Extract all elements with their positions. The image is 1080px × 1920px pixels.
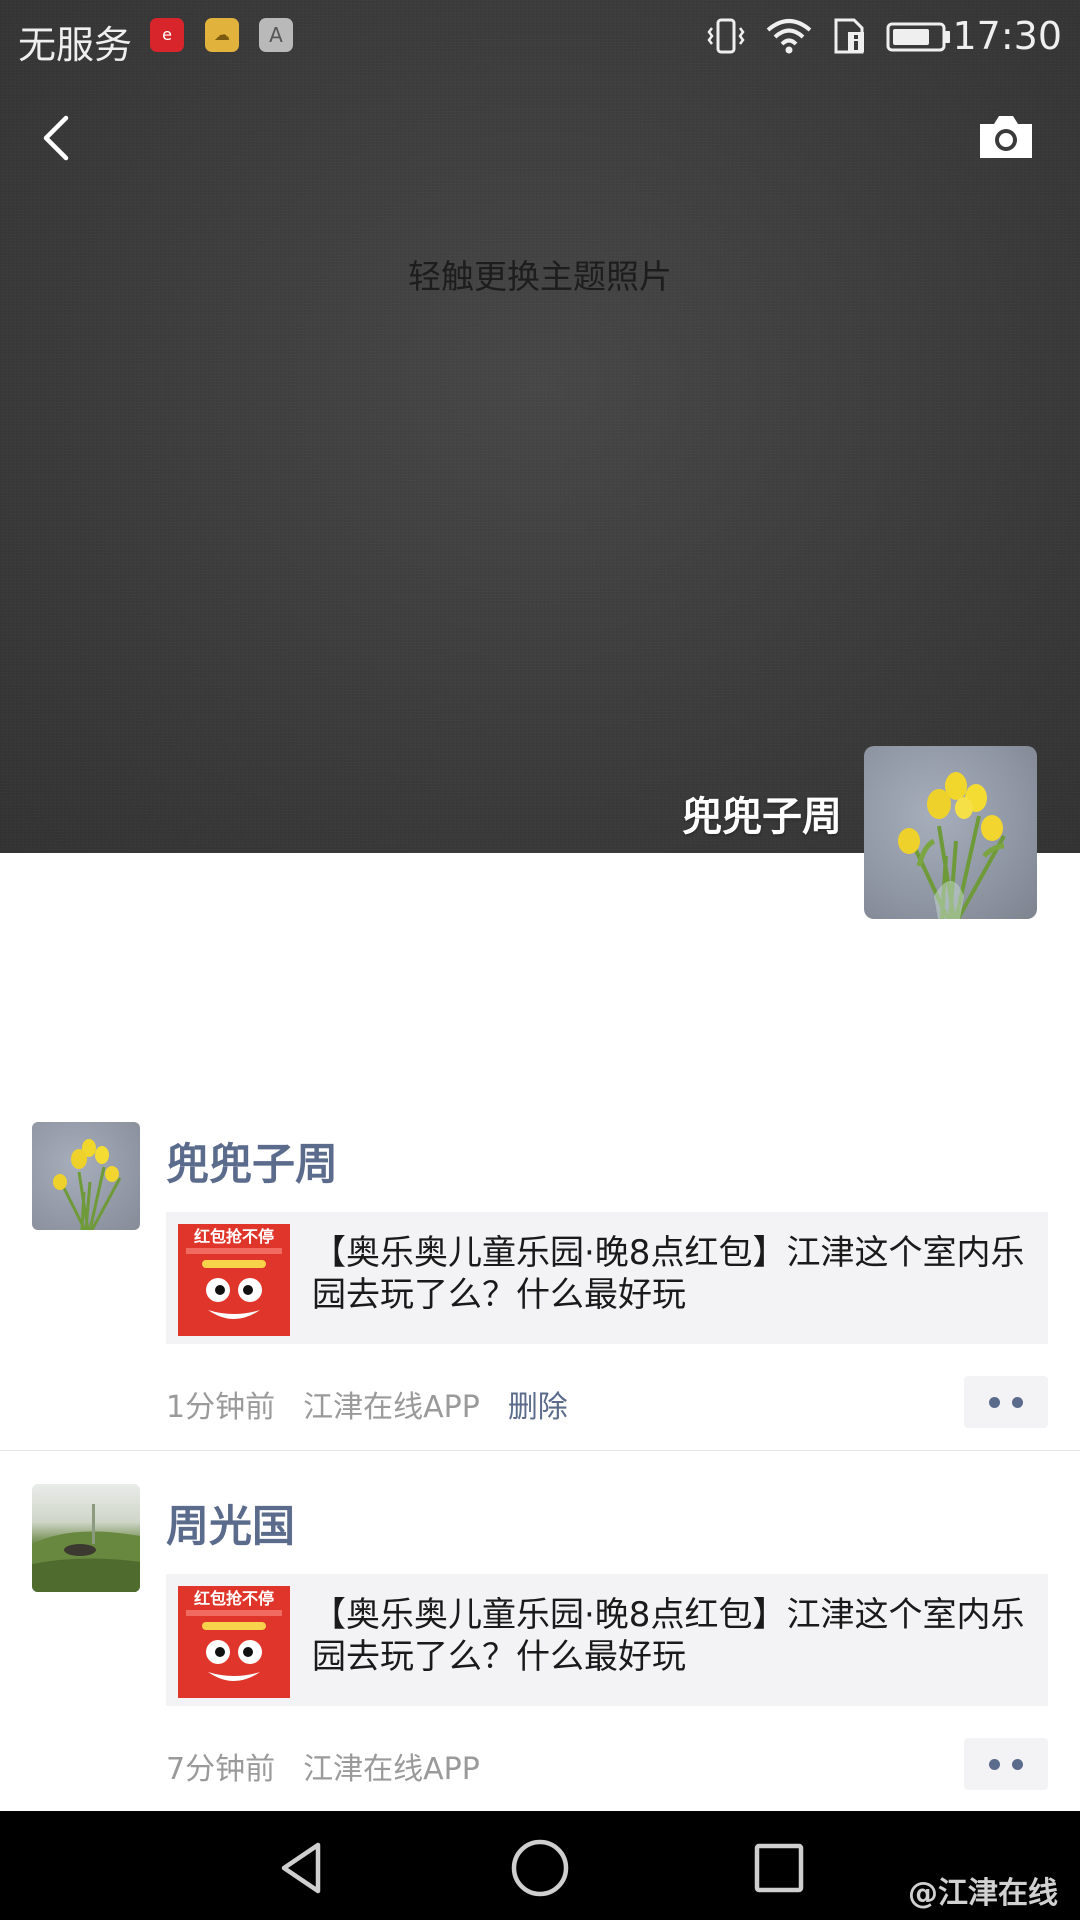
share-card[interactable]: 红包抢不停 【奥乐奥儿童乐园·晚8点红包】江津这个室内乐园去玩了么？什么最好玩 (166, 1212, 1048, 1344)
post-author[interactable]: 兜兜子周 (166, 1130, 338, 1192)
tulip-avatar-image (898, 772, 1006, 919)
profile-name: 兜兜子周 (682, 794, 842, 840)
nav-home-button[interactable] (505, 1833, 575, 1903)
cover-photo[interactable] (0, 0, 1080, 853)
feed-post: 周光国 红包抢不停 【奥乐奥儿童乐园·晚8点红包】江津这个室内乐园去玩了么？什么… (0, 1482, 1080, 1812)
back-triangle-icon (281, 1842, 321, 1894)
status-icons (706, 16, 952, 56)
jiangjin-app-icon: e (150, 18, 184, 52)
landscape-avatar-image (32, 1504, 140, 1592)
post-source[interactable]: 江津在线APP (303, 1382, 480, 1426)
wifi-icon (766, 19, 812, 54)
status-bar: 无服务 e ☁ A 17:30 (0, 0, 1080, 76)
thumb-banner-text: 红包抢不停 (194, 1589, 274, 1608)
more-actions-button[interactable] (964, 1738, 1048, 1790)
share-title: 【奥乐奥儿童乐园·晚8点红包】江津这个室内乐园去玩了么？什么最好玩 (312, 1233, 1025, 1315)
nav-back-button[interactable] (266, 1833, 336, 1903)
more-actions-button[interactable] (964, 1376, 1048, 1428)
dot-icon (1012, 1396, 1023, 1408)
camera-icon (980, 116, 1032, 158)
share-card[interactable]: 红包抢不停 【奥乐奥儿童乐园·晚8点红包】江津这个室内乐园去玩了么？什么最好玩 (166, 1574, 1048, 1706)
sim-info-icon (834, 18, 864, 54)
share-title: 【奥乐奥儿童乐园·晚8点红包】江津这个室内乐园去玩了么？什么最好玩 (312, 1595, 1025, 1677)
post-source[interactable]: 江津在线APP (303, 1744, 480, 1788)
dot-icon (989, 1396, 1000, 1408)
post-time: 1分钟前 (166, 1390, 276, 1425)
share-thumbnail: 红包抢不停 (178, 1224, 290, 1336)
nav-recents-button[interactable] (744, 1833, 814, 1903)
profile-avatar[interactable] (864, 746, 1037, 919)
red-packet-thumb-image: 红包抢不停 (178, 1224, 290, 1336)
delete-link[interactable]: 删除 (508, 1382, 568, 1426)
watermark: @江津在线 (908, 1876, 1058, 1911)
carrier-label: 无服务 (18, 23, 133, 67)
divider (0, 1450, 1080, 1451)
post-meta: 7分钟前 江津在线APP (166, 1744, 480, 1788)
change-cover-hint[interactable]: 轻触更换主题照片 (0, 250, 1080, 298)
a-app-icon: A (259, 18, 293, 52)
post-author[interactable]: 周光国 (166, 1492, 295, 1554)
chevron-left-icon (43, 115, 69, 161)
clock: 17:30 (952, 14, 1062, 58)
home-circle-icon (511, 1839, 569, 1897)
post-avatar[interactable] (32, 1484, 140, 1592)
back-button[interactable] (32, 108, 82, 168)
thumb-banner-text: 红包抢不停 (194, 1227, 274, 1246)
cloud-app-icon: ☁ (205, 18, 239, 52)
moments-screen: 无服务 e ☁ A 17:30 轻触更换主题照片 兜兜子周 兜兜子周 红包抢不停… (0, 0, 1080, 1920)
post-avatar[interactable] (32, 1122, 140, 1230)
feed-post: 兜兜子周 红包抢不停 【奥乐奥儿童乐园·晚8点红包】江津这个室内乐园去玩了么？什… (0, 1120, 1080, 1450)
battery-icon (886, 22, 950, 52)
red-packet-thumb-image: 红包抢不停 (178, 1586, 290, 1698)
post-meta: 1分钟前 江津在线APP 删除 (166, 1382, 568, 1426)
post-time: 7分钟前 (166, 1752, 276, 1787)
vibrate-icon (707, 18, 745, 54)
dot-icon (989, 1758, 1000, 1770)
tulip-avatar-image (53, 1139, 122, 1230)
camera-button[interactable] (976, 112, 1036, 162)
share-thumbnail: 红包抢不停 (178, 1586, 290, 1698)
dot-icon (1012, 1758, 1023, 1770)
recents-square-icon (754, 1843, 804, 1893)
